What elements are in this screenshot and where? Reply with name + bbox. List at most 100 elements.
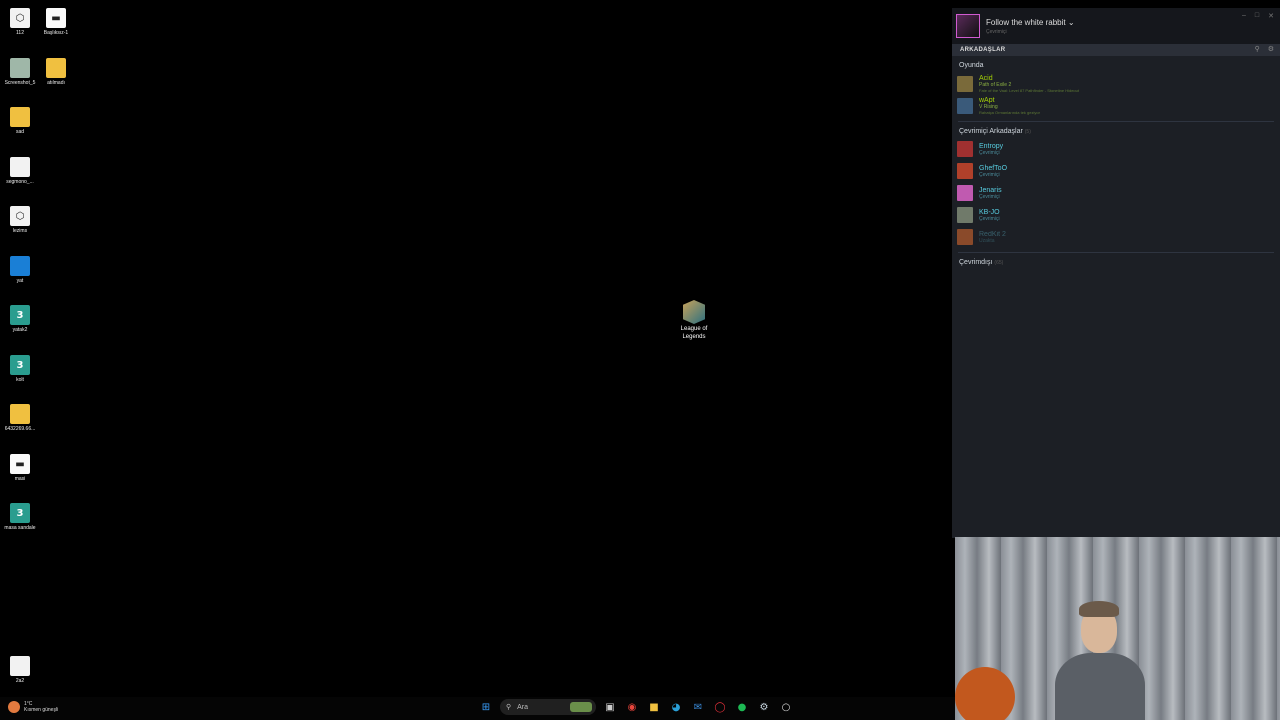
friend-row-in-game[interactable]: Acid Path of Exile 2 Fate of the Vaal: Lev… (952, 73, 1280, 95)
obs-icon[interactable]: ○ (778, 699, 794, 715)
desktop-icon-label: atılmadı (47, 80, 65, 86)
desktop-icon-label: Başlıksız-1 (43, 30, 69, 36)
minimize-button[interactable]: – (1242, 12, 1246, 20)
image-file-icon: ▬ (10, 454, 30, 474)
friend-row-in-game[interactable]: wApt V Rising Rahatça Ormanlarında tek gez… (952, 95, 1280, 117)
friend-row[interactable]: Jenaris Çevrimiçi (952, 182, 1280, 204)
desktop-icon[interactable]: 3 yatak2 (0, 305, 40, 333)
shield-app-icon (10, 256, 30, 276)
friend-name: GhefToO (979, 164, 1008, 172)
folder-icon (10, 404, 30, 424)
outlook-icon[interactable]: ✉ (690, 699, 706, 715)
file-explorer-icon[interactable]: ■ (646, 699, 662, 715)
user-avatar[interactable] (956, 14, 980, 38)
desktop-icon[interactable]: ▬ Başlıksız-1 (36, 8, 76, 36)
friend-name: wApt (979, 97, 995, 104)
start-button[interactable]: ⊞ (478, 699, 494, 715)
desktop-icon-label: Screenshot_5 (4, 80, 36, 86)
app-hex-icon: ⬡ (10, 206, 30, 226)
friend-avatar (957, 229, 973, 245)
friend-game-detail: Rahatça Ormanlarında tek geziyor (979, 110, 1040, 115)
weather-icon (8, 701, 20, 713)
weather-desc: Kısmen güneşli (24, 707, 59, 713)
desktop-icon-label: 2a2 (15, 678, 25, 684)
league-of-legends-icon (683, 300, 705, 324)
desktop-icon[interactable]: ▬ masi (0, 454, 40, 482)
league-of-legends-shortcut[interactable]: League of Legends (673, 300, 715, 342)
desktop-icon-label: lezims (12, 228, 28, 234)
taskbar-search[interactable]: ⚲ Ara (500, 699, 596, 715)
desktop-icon[interactable]: ⬡ lezims (0, 206, 40, 234)
friend-name: KB-JO (979, 208, 1000, 216)
friend-avatar (957, 207, 973, 223)
online-friends-list: Entropy Çevrimiçi GhefToO Çevrimiçi Jenaris Ç… (952, 138, 1280, 248)
taskbar-center: ⊞ ⚲ Ara ▣ ◉ ■ ◕ ✉ ◯ ● ⚙ ○ (478, 699, 794, 715)
search-highlight-icon (570, 702, 592, 712)
file-icon (10, 157, 30, 177)
friend-row[interactable]: GhefToO Çevrimiçi (952, 160, 1280, 182)
weather-widget[interactable]: 1°C Kısmen güneşli (8, 701, 58, 713)
streamer (1055, 597, 1145, 720)
friend-status: Çevrimiçi (979, 193, 1000, 200)
desktop-icon-label: masi (14, 476, 26, 482)
desktop-icon-label: kolt (16, 377, 24, 383)
search-icon: ⚲ (506, 704, 512, 711)
user-status: Çevrimiçi (986, 28, 1007, 35)
online-section-title[interactable]: Çevrimiçi Arkadaşlar (5) (952, 122, 1280, 135)
3dsmax-file-icon: 3 (10, 503, 30, 523)
desktop-icon[interactable]: yat (0, 256, 40, 284)
folder-icon (46, 58, 66, 78)
friend-status: Uzakta (979, 237, 995, 244)
desktop-icon-label: masa sandale (4, 525, 36, 531)
add-friend-icon[interactable]: ⚙ (1268, 45, 1274, 53)
desktop-icon[interactable]: ⬡ 112 (0, 8, 40, 36)
desktop-icon[interactable]: 3 masa sandale (0, 503, 40, 531)
desktop-icon[interactable]: 3 kolt (0, 355, 40, 383)
3dsmax-file-icon: 3 (10, 305, 30, 325)
in-game-section-title[interactable]: Oyunda (952, 56, 1280, 69)
image-file-icon: ▬ (46, 8, 66, 28)
search-placeholder: Ara (517, 703, 529, 711)
desktop-icon-label: yat (16, 278, 24, 284)
opera-icon[interactable]: ◯ (712, 699, 728, 715)
friend-name: RedKit 2 (979, 230, 1006, 238)
desktop-icon-label: 112 (16, 30, 24, 36)
username[interactable]: Follow the white rabbit ⌄ (986, 18, 1075, 27)
friend-game-detail: Fate of the Vaal: Level 87 Pathfinder - … (979, 88, 1079, 93)
maximize-button[interactable]: □ (1255, 12, 1259, 20)
desktop-icon[interactable]: Screenshot_5 (0, 58, 40, 86)
friend-avatar (957, 141, 973, 157)
window-controls: – □ ✕ (1242, 12, 1274, 20)
edge-icon[interactable]: ◕ (668, 699, 684, 715)
friend-name: Entropy (979, 142, 1004, 150)
friend-status: Çevrimiçi (979, 171, 1000, 178)
friend-row[interactable]: Entropy Çevrimiçi (952, 138, 1280, 160)
desktop-icon-label: yatak2 (12, 327, 28, 333)
lol-shortcut-label: League of Legends (680, 326, 708, 340)
3dsmax-file-icon: 3 (10, 355, 30, 375)
friend-status: Çevrimiçi (979, 215, 1000, 222)
friend-avatar (957, 76, 973, 92)
friend-row[interactable]: KB-JO Çevrimiçi (952, 204, 1280, 226)
app-hex-icon: ⬡ (10, 8, 30, 28)
desktop-icon[interactable]: segmono_... (0, 157, 40, 185)
search-icon[interactable]: ⚲ (1255, 45, 1260, 53)
desktop-icon[interactable]: 6432269.66... (0, 404, 40, 432)
friend-row[interactable]: RedKit 2 Uzakta (952, 226, 1280, 248)
folder-icon (10, 107, 30, 127)
friend-name: Acid (979, 75, 993, 82)
desktop-icon[interactable]: sad (0, 107, 40, 135)
close-button[interactable]: ✕ (1268, 12, 1274, 20)
offline-section-title[interactable]: Çevrimdışı (65) (952, 253, 1280, 266)
task-view-icon[interactable]: ▣ (602, 699, 618, 715)
steam-icon[interactable]: ⚙ (756, 699, 772, 715)
friend-status: Çevrimiçi (979, 149, 1000, 156)
desktop-icon[interactable]: atılmadı (36, 58, 76, 86)
desktop-icon[interactable]: 2a2 (0, 656, 40, 684)
chrome-icon[interactable]: ◉ (624, 699, 640, 715)
spotify-icon[interactable]: ● (734, 699, 750, 715)
desktop-icon-label: 6432269.66... (4, 426, 36, 432)
tab-friends[interactable]: ARKADAŞLAR (960, 47, 1005, 53)
desktop-icon-label: segmono_... (6, 179, 34, 185)
friends-tab-bar: ARKADAŞLAR ⚲ ⚙ (952, 44, 1280, 56)
